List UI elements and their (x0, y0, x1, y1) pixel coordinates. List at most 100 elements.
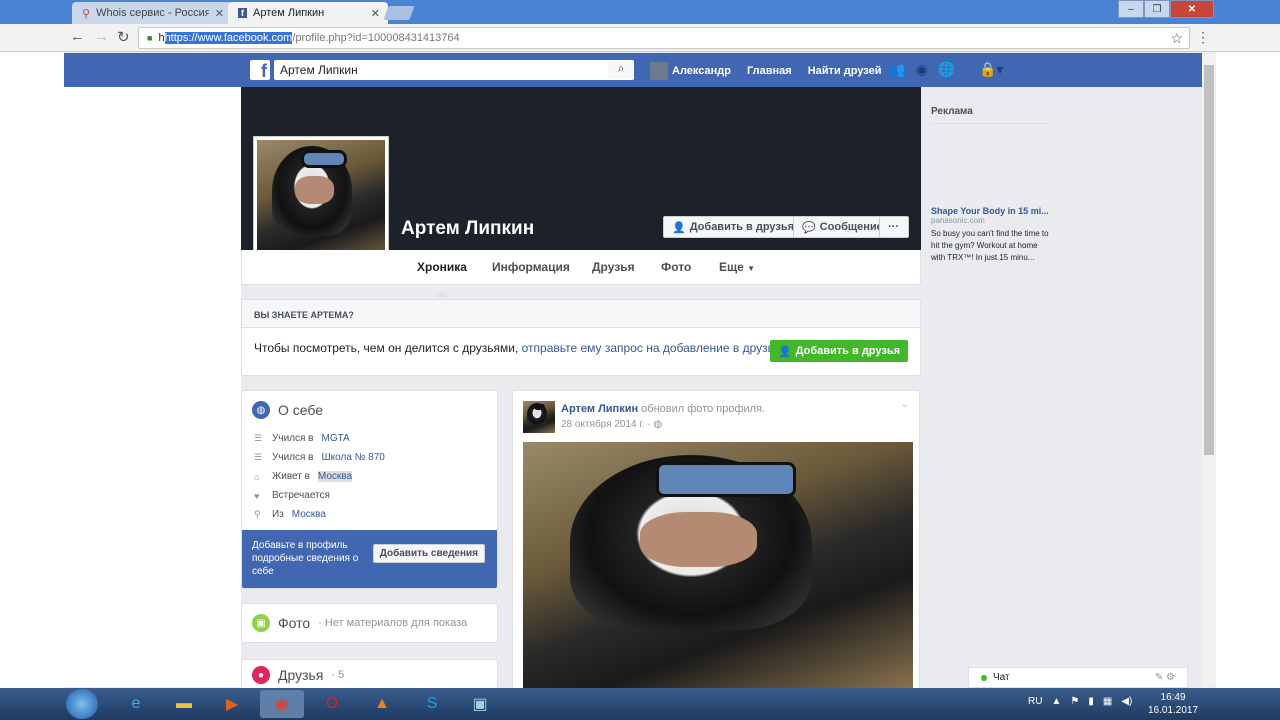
header-icons: 👥 ◉ 🌐 🔒▾ (888, 61, 1004, 78)
language-indicator[interactable]: RU (1028, 696, 1042, 707)
chat-bar[interactable]: Чат ✎ ⚙ (968, 667, 1188, 688)
about-header: ◍ О себе (242, 391, 497, 429)
opera-icon[interactable]: O (310, 690, 354, 718)
scrollbar[interactable] (1202, 53, 1216, 687)
privacy-icon[interactable]: 🔒▾ (979, 61, 1003, 78)
photos-header: ▣ Фото · Нет материалов для показа (242, 604, 497, 642)
minimize-button[interactable]: – (1118, 0, 1144, 18)
browser-tab-strip: ⚲ Whois сервис - Россия ✕ f Артем Липкин… (0, 0, 1280, 24)
more-options-button[interactable]: ··· (879, 216, 909, 238)
power-icon[interactable]: ▮ (1088, 696, 1094, 707)
send-request-link[interactable]: отправьте ему запрос на добавление в дру… (522, 341, 784, 355)
message-button[interactable]: 💬 Сообщение (793, 216, 892, 238)
new-tab-button[interactable] (383, 6, 415, 20)
back-icon[interactable]: ← (70, 28, 85, 45)
clock[interactable]: 16:49 16.01.2017 (1148, 691, 1198, 717)
flag-icon[interactable]: ⚑ (1070, 696, 1079, 707)
forward-icon[interactable]: → (94, 28, 109, 45)
skype-icon[interactable]: S (410, 690, 454, 718)
window-icon[interactable]: ▣ (458, 690, 502, 718)
clock-date: 16.01.2017 (1148, 705, 1199, 716)
add-friend-green-button[interactable]: 👤 Добавить в друзья (769, 340, 908, 362)
reload-icon[interactable]: ↻ (117, 28, 130, 46)
search-value: Артем Липкин (280, 63, 358, 77)
tray-expand-icon[interactable]: ▲ (1051, 696, 1061, 707)
browser-tab-whois[interactable]: ⚲ Whois сервис - Россия ✕ (72, 2, 232, 24)
ad-title[interactable]: Shape Your Body in 15 mi... (931, 206, 1051, 216)
facebook-header: f Артем Липкин ⌕ Александр Главная Найти… (64, 53, 1202, 87)
notifications-icon[interactable]: 🌐 (938, 61, 955, 78)
tab-timeline[interactable]: Хроника (417, 260, 467, 274)
url-path: /profile.php?id=100008431413764 (292, 32, 460, 44)
maximize-button[interactable]: ❐ (1144, 0, 1170, 18)
profile-tabs: Хроника Информация Друзья Фото Еще ▼ (241, 250, 921, 285)
windows-taskbar: e ▬ ▶ ◉ O ▲ S ▣ RU ▲ ⚑ ▮ ▦ ◀) 16:49 16.0… (0, 688, 1280, 720)
about-row-relationship: ♥ Встречается (242, 486, 497, 505)
bookmark-star-icon[interactable]: ☆ (1170, 30, 1183, 47)
page-margin-left (0, 52, 64, 688)
tab-friends[interactable]: Друзья (592, 260, 635, 274)
url-input[interactable]: ■ h https://www.facebook.com/profile.php?… (138, 27, 1190, 49)
about-row-link[interactable]: MGTA (322, 433, 350, 444)
post-photo[interactable] (523, 442, 913, 689)
post-date-text[interactable]: 28 октября 2014 г. · (561, 419, 651, 430)
about-row-label: Учился в (272, 433, 314, 444)
post-author-avatar[interactable] (523, 401, 555, 433)
heart-icon: ♥ (254, 490, 260, 501)
add-details-button[interactable]: Добавить сведения (372, 544, 485, 563)
tab-photos[interactable]: Фото (661, 260, 691, 274)
tab-title: Артем Липкин (253, 7, 325, 19)
post-title: Артем Липкин обновил фото профиля. (561, 403, 765, 415)
add-details-prompt: Добавьте в профиль подробные сведения о … (242, 530, 497, 588)
volume-icon[interactable]: ◀) (1121, 696, 1132, 707)
add-friend-green-label: Добавить в друзья (795, 345, 900, 357)
chevron-down-icon[interactable]: ⌄ (901, 399, 909, 410)
browser-tab-facebook[interactable]: f Артем Липкин ✕ (228, 2, 388, 24)
friend-requests-icon[interactable]: 👥 (888, 61, 905, 78)
network-icon[interactable]: ▦ (1103, 696, 1112, 707)
ad-body[interactable]: So busy you can't find the time to hit t… (931, 228, 1051, 264)
url-selected: https://www.facebook.com (164, 32, 293, 44)
nav-home[interactable]: Главная (747, 65, 792, 77)
about-row-link[interactable]: Школа № 870 (322, 452, 385, 463)
header-links: Александр Главная Найти друзей (650, 62, 882, 80)
about-title: О себе (278, 402, 324, 418)
search-input[interactable]: Артем Липкин ⌕ (274, 60, 634, 80)
close-icon[interactable]: ✕ (215, 7, 224, 20)
post-author[interactable]: Артем Липкин (561, 403, 638, 415)
search-icon[interactable]: ⌕ (608, 61, 634, 79)
photos-title[interactable]: Фото (278, 615, 310, 631)
compose-icon[interactable]: ✎ ⚙ (1155, 672, 1175, 683)
about-row-link[interactable]: Москва (317, 471, 353, 482)
add-details-text: Добавьте в профиль подробные сведения о … (252, 540, 359, 577)
start-button[interactable] (66, 689, 98, 719)
chevron-down-icon: ▼ (747, 264, 756, 273)
tab-more[interactable]: Еще ▼ (719, 260, 755, 274)
left-spacer (64, 87, 241, 687)
system-tray: RU ▲ ⚑ ▮ ▦ ◀) (1028, 696, 1132, 707)
about-row-label: Из (272, 509, 284, 520)
nav-find-friends[interactable]: Найти друзей (808, 65, 882, 77)
menu-icon[interactable]: ⋮ (1196, 29, 1210, 46)
friends-title[interactable]: Друзья (278, 667, 323, 683)
tab-title: Whois сервис - Россия (96, 7, 209, 19)
messages-icon[interactable]: ◉ (915, 61, 927, 78)
close-icon[interactable]: ✕ (371, 7, 380, 20)
facebook-logo-icon[interactable]: f (250, 60, 270, 80)
media-player-icon[interactable]: ▶ (210, 690, 254, 718)
know-text: Чтобы посмотреть, чем он делится с друзь… (254, 341, 784, 355)
ie-icon[interactable]: e (114, 690, 158, 718)
scrollbar-thumb[interactable] (1204, 65, 1214, 455)
vlc-icon[interactable]: ▲ (360, 690, 404, 718)
add-friend-button[interactable]: 👤 Добавить в друзья (663, 216, 804, 238)
search-icon: ⚲ (82, 7, 91, 20)
photo-icon: ▣ (252, 614, 270, 632)
about-row-link[interactable]: Москва (292, 509, 326, 520)
ad-domain[interactable]: panasonic.com (931, 216, 1051, 225)
profile-link[interactable]: Александр (650, 62, 731, 80)
home-icon: ⌂ (254, 471, 260, 482)
tab-about[interactable]: Информация (492, 260, 570, 274)
chrome-icon[interactable]: ◉ (260, 690, 304, 718)
explorer-icon[interactable]: ▬ (162, 690, 206, 718)
close-window-button[interactable]: ✕ (1170, 0, 1214, 18)
